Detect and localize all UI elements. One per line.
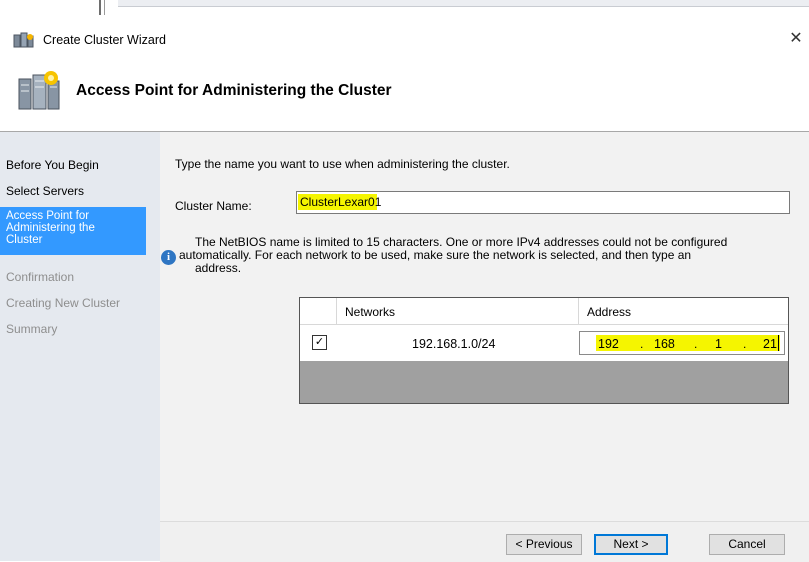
grid-header: Networks Address	[300, 298, 788, 360]
network-value: 192.168.1.0/24	[412, 337, 496, 351]
cluster-name-input[interactable]: ClusterLexar01	[296, 191, 790, 214]
background-window-bar	[118, 0, 809, 7]
step-access-point-line3: Cluster	[6, 234, 43, 246]
step-creating-new-cluster: Creating New Cluster	[6, 296, 121, 310]
cancel-button[interactable]: Cancel	[709, 534, 785, 555]
ip-octet-2: 168	[654, 337, 675, 351]
next-button[interactable]: Next >	[594, 534, 668, 555]
table-row: ✓ 192.168.1.0/24 192 . 168 . 1 . 21	[300, 324, 788, 361]
window-title: Create Cluster Wizard	[43, 33, 166, 47]
background-divider	[104, 0, 105, 15]
network-checkbox[interactable]: ✓	[312, 335, 327, 350]
wizard-steps-sidebar: Before You Begin Select Servers Access P…	[0, 132, 160, 561]
info-icon: i	[161, 250, 176, 265]
info-line-3: address.	[195, 261, 242, 275]
ip-octet-3: 1	[715, 337, 722, 351]
instruction-text: Type the name you want to use when admin…	[175, 157, 510, 171]
close-button[interactable]: ✕	[783, 28, 809, 50]
page-title: Access Point for Administering the Clust…	[76, 82, 392, 99]
background-divider	[99, 0, 101, 15]
ip-dot: .	[694, 337, 698, 351]
previous-button[interactable]: < Previous	[506, 534, 582, 555]
cluster-name-value: ClusterLexar01	[300, 195, 382, 209]
step-confirmation: Confirmation	[6, 270, 75, 284]
cluster-name-label: Cluster Name:	[175, 199, 252, 213]
column-header-networks[interactable]: Networks	[345, 305, 395, 319]
step-before-you-begin[interactable]: Before You Begin	[6, 158, 99, 172]
info-line-2: automatically. For each network to be us…	[179, 248, 692, 262]
cluster-servers-icon	[15, 69, 63, 113]
cluster-wizard-icon	[13, 32, 35, 50]
ip-octet-4: 21	[763, 337, 777, 351]
step-access-point[interactable]: Access Point for Administering the Clust…	[0, 207, 146, 255]
text-caret	[778, 335, 779, 351]
info-message-continued: automatically. For each network to be us…	[179, 249, 691, 275]
step-summary: Summary	[6, 322, 58, 336]
ip-dot: .	[640, 337, 644, 351]
networks-grid: Networks Address ✓ 192.168.1.0/24 192 . …	[299, 297, 789, 404]
ip-dot: .	[743, 337, 747, 351]
text-highlight	[596, 335, 780, 351]
step-access-point-line1: Access Point for	[6, 210, 90, 222]
column-header-address[interactable]: Address	[587, 305, 631, 319]
ip-address-input[interactable]: 192 . 168 . 1 . 21	[579, 331, 785, 355]
step-select-servers[interactable]: Select Servers	[6, 184, 84, 198]
ip-octet-1: 192	[598, 337, 619, 351]
step-access-point-line2: Administering the	[6, 222, 95, 234]
